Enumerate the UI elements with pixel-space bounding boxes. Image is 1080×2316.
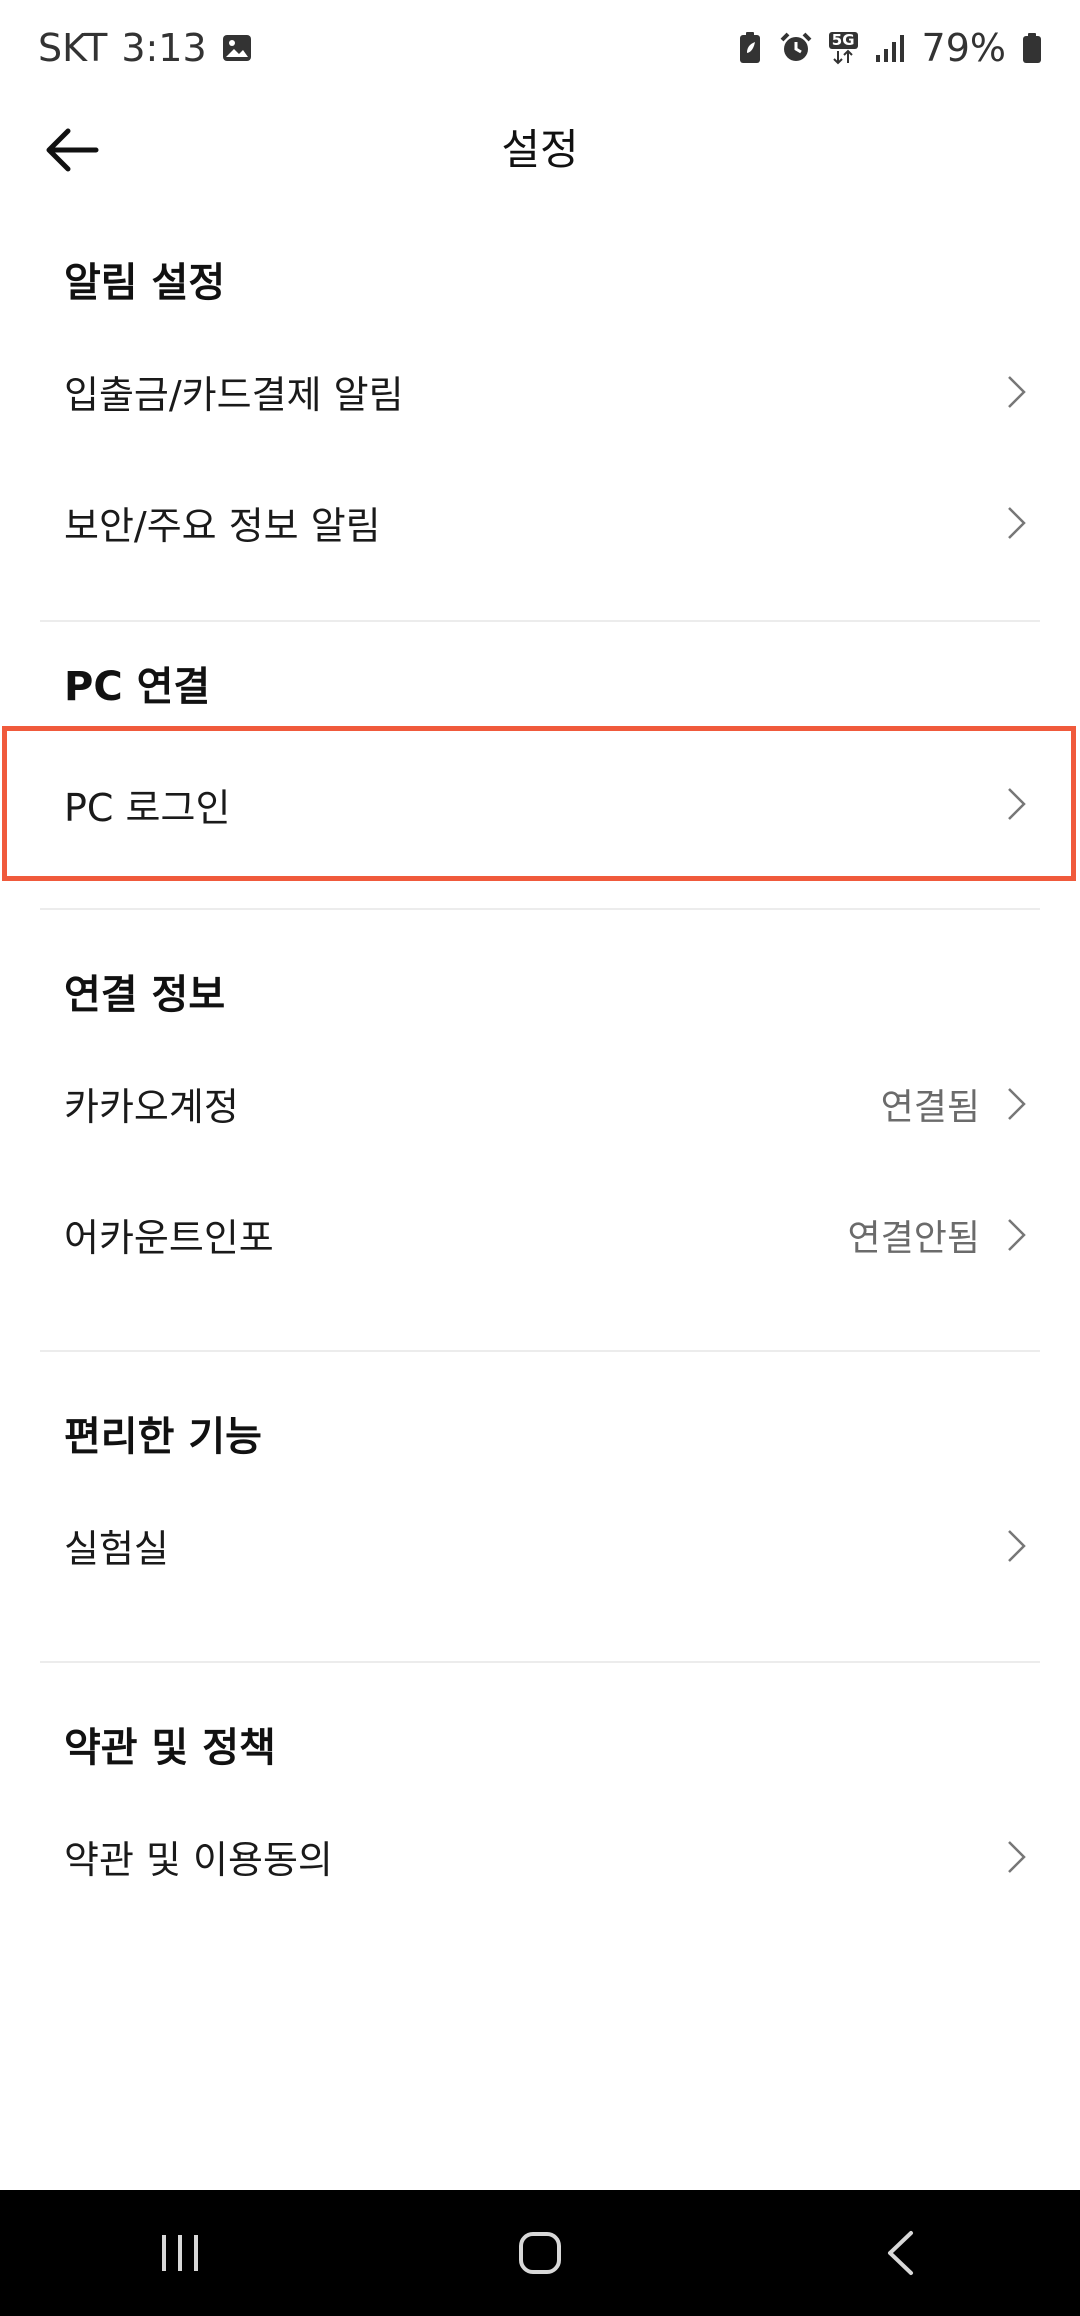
section-title: 알림 설정	[64, 260, 226, 306]
data-arrows-icon	[833, 49, 853, 64]
setting-item-label: 실험실	[64, 1527, 169, 1571]
settings-list: 알림 설정 입출금/카드결제 알림 보안/주요 정보 알림 PC 연결 PC 로…	[0, 196, 1080, 1922]
section-terms-policy: 약관 및 정책 약관 및 이용동의	[0, 1663, 1080, 1922]
home-button[interactable]	[480, 2203, 600, 2303]
app-bar: 설정	[0, 96, 1080, 196]
carrier-label: SKT	[38, 26, 108, 70]
section-notifications: 알림 설정 입출금/카드결제 알림 보안/주요 정보 알림	[0, 196, 1080, 588]
chevron-right-icon	[1008, 788, 1026, 820]
chevron-right-icon	[1008, 1218, 1026, 1251]
status-right: 5G 79%	[737, 26, 1042, 70]
chevron-right-icon	[1008, 1087, 1026, 1120]
setting-item-terms[interactable]: 약관 및 이용동의	[0, 1791, 1080, 1922]
page-title: 설정	[501, 124, 579, 174]
connection-status: 연결됨	[880, 1086, 980, 1128]
chevron-right-icon	[1008, 1529, 1026, 1562]
setting-item-label: 카카오계정	[64, 1085, 239, 1129]
arrow-left-icon	[46, 128, 99, 172]
gallery-icon	[222, 35, 251, 61]
section-title: 약관 및 정책	[64, 1725, 276, 1771]
section-convenient-features: 편리한 기능 실험실	[0, 1352, 1080, 1611]
nav-back-button[interactable]	[840, 2203, 960, 2303]
section-title: 연결 정보	[64, 972, 226, 1018]
setting-item-label: 약관 및 이용동의	[64, 1838, 333, 1882]
recent-apps-icon	[162, 2235, 198, 2271]
recent-apps-button[interactable]	[120, 2203, 240, 2303]
setting-item-lab[interactable]: 실험실	[0, 1480, 1080, 1611]
connection-status: 연결안됨	[847, 1217, 980, 1259]
setting-item-pc-login[interactable]: PC 로그인	[0, 730, 1080, 878]
setting-item-account-info[interactable]: 어카운트인포 연결안됨	[0, 1169, 1080, 1300]
chevron-right-icon	[1008, 1840, 1026, 1873]
chevron-right-icon	[1008, 506, 1026, 539]
section-connection-info: 연결 정보 카카오계정 연결됨 어카운트인포 연결안됨	[0, 910, 1080, 1300]
battery-saver-icon	[739, 32, 760, 63]
chevron-right-icon	[1008, 375, 1026, 408]
battery-icon	[1023, 33, 1041, 63]
nav-back-icon	[888, 2231, 913, 2275]
battery-percent: 79%	[921, 26, 1006, 70]
navigation-bar	[0, 2190, 1080, 2316]
setting-item-deposit-card-alert[interactable]: 입출금/카드결제 알림	[0, 326, 1080, 457]
setting-item-label: PC 로그인	[64, 785, 231, 830]
setting-item-security-alert[interactable]: 보안/주요 정보 알림	[0, 457, 1080, 588]
signal-icon	[875, 35, 904, 62]
clock: 3:13	[121, 26, 207, 70]
setting-item-kakao-account[interactable]: 카카오계정 연결됨	[0, 1038, 1080, 1169]
setting-item-label: 보안/주요 정보 알림	[64, 504, 381, 548]
section-title: 편리한 기능	[64, 1414, 262, 1460]
network-type-label: 5G	[828, 31, 858, 49]
back-button[interactable]	[36, 114, 108, 186]
network-5g-icon: 5G	[828, 31, 858, 65]
setting-item-label: 입출금/카드결제 알림	[64, 373, 404, 417]
setting-item-label: 어카운트인포	[64, 1216, 274, 1260]
section-pc-connection: PC 연결 PC 로그인	[0, 622, 1080, 881]
home-icon	[519, 2232, 561, 2274]
status-left: SKT 3:13	[38, 26, 253, 70]
section-title: PC 연결	[64, 664, 211, 710]
status-bar: SKT 3:13 5G 79%	[0, 0, 1080, 96]
alarm-icon	[780, 32, 812, 61]
